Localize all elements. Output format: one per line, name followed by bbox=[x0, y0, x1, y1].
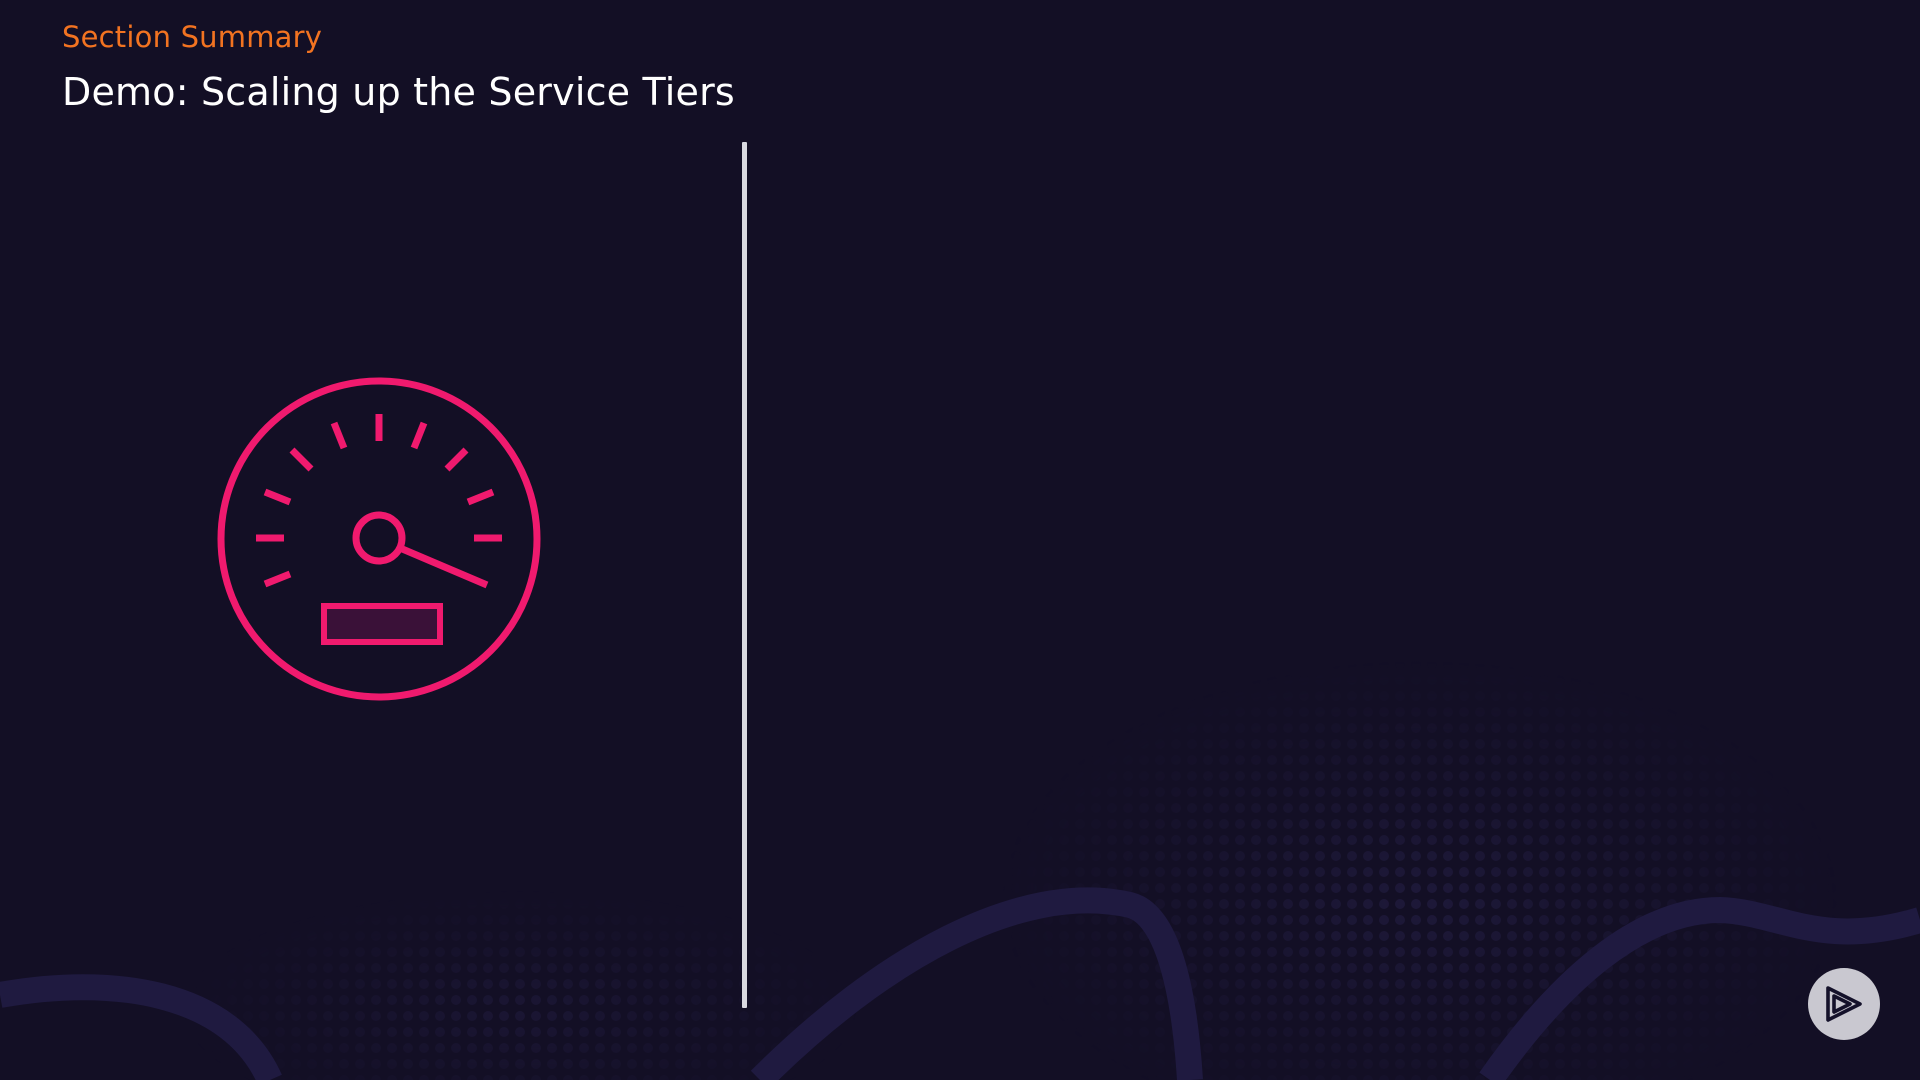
play-logo-button[interactable] bbox=[1808, 968, 1880, 1040]
section-label: Section Summary bbox=[62, 20, 323, 54]
slide-title: Demo: Scaling up the Service Tiers bbox=[62, 70, 735, 114]
speedometer-icon bbox=[217, 377, 541, 701]
slide: Section Summary Demo: Scaling up the Ser… bbox=[0, 0, 1920, 1080]
vertical-divider bbox=[742, 142, 747, 1008]
play-logo-icon bbox=[1826, 986, 1862, 1022]
